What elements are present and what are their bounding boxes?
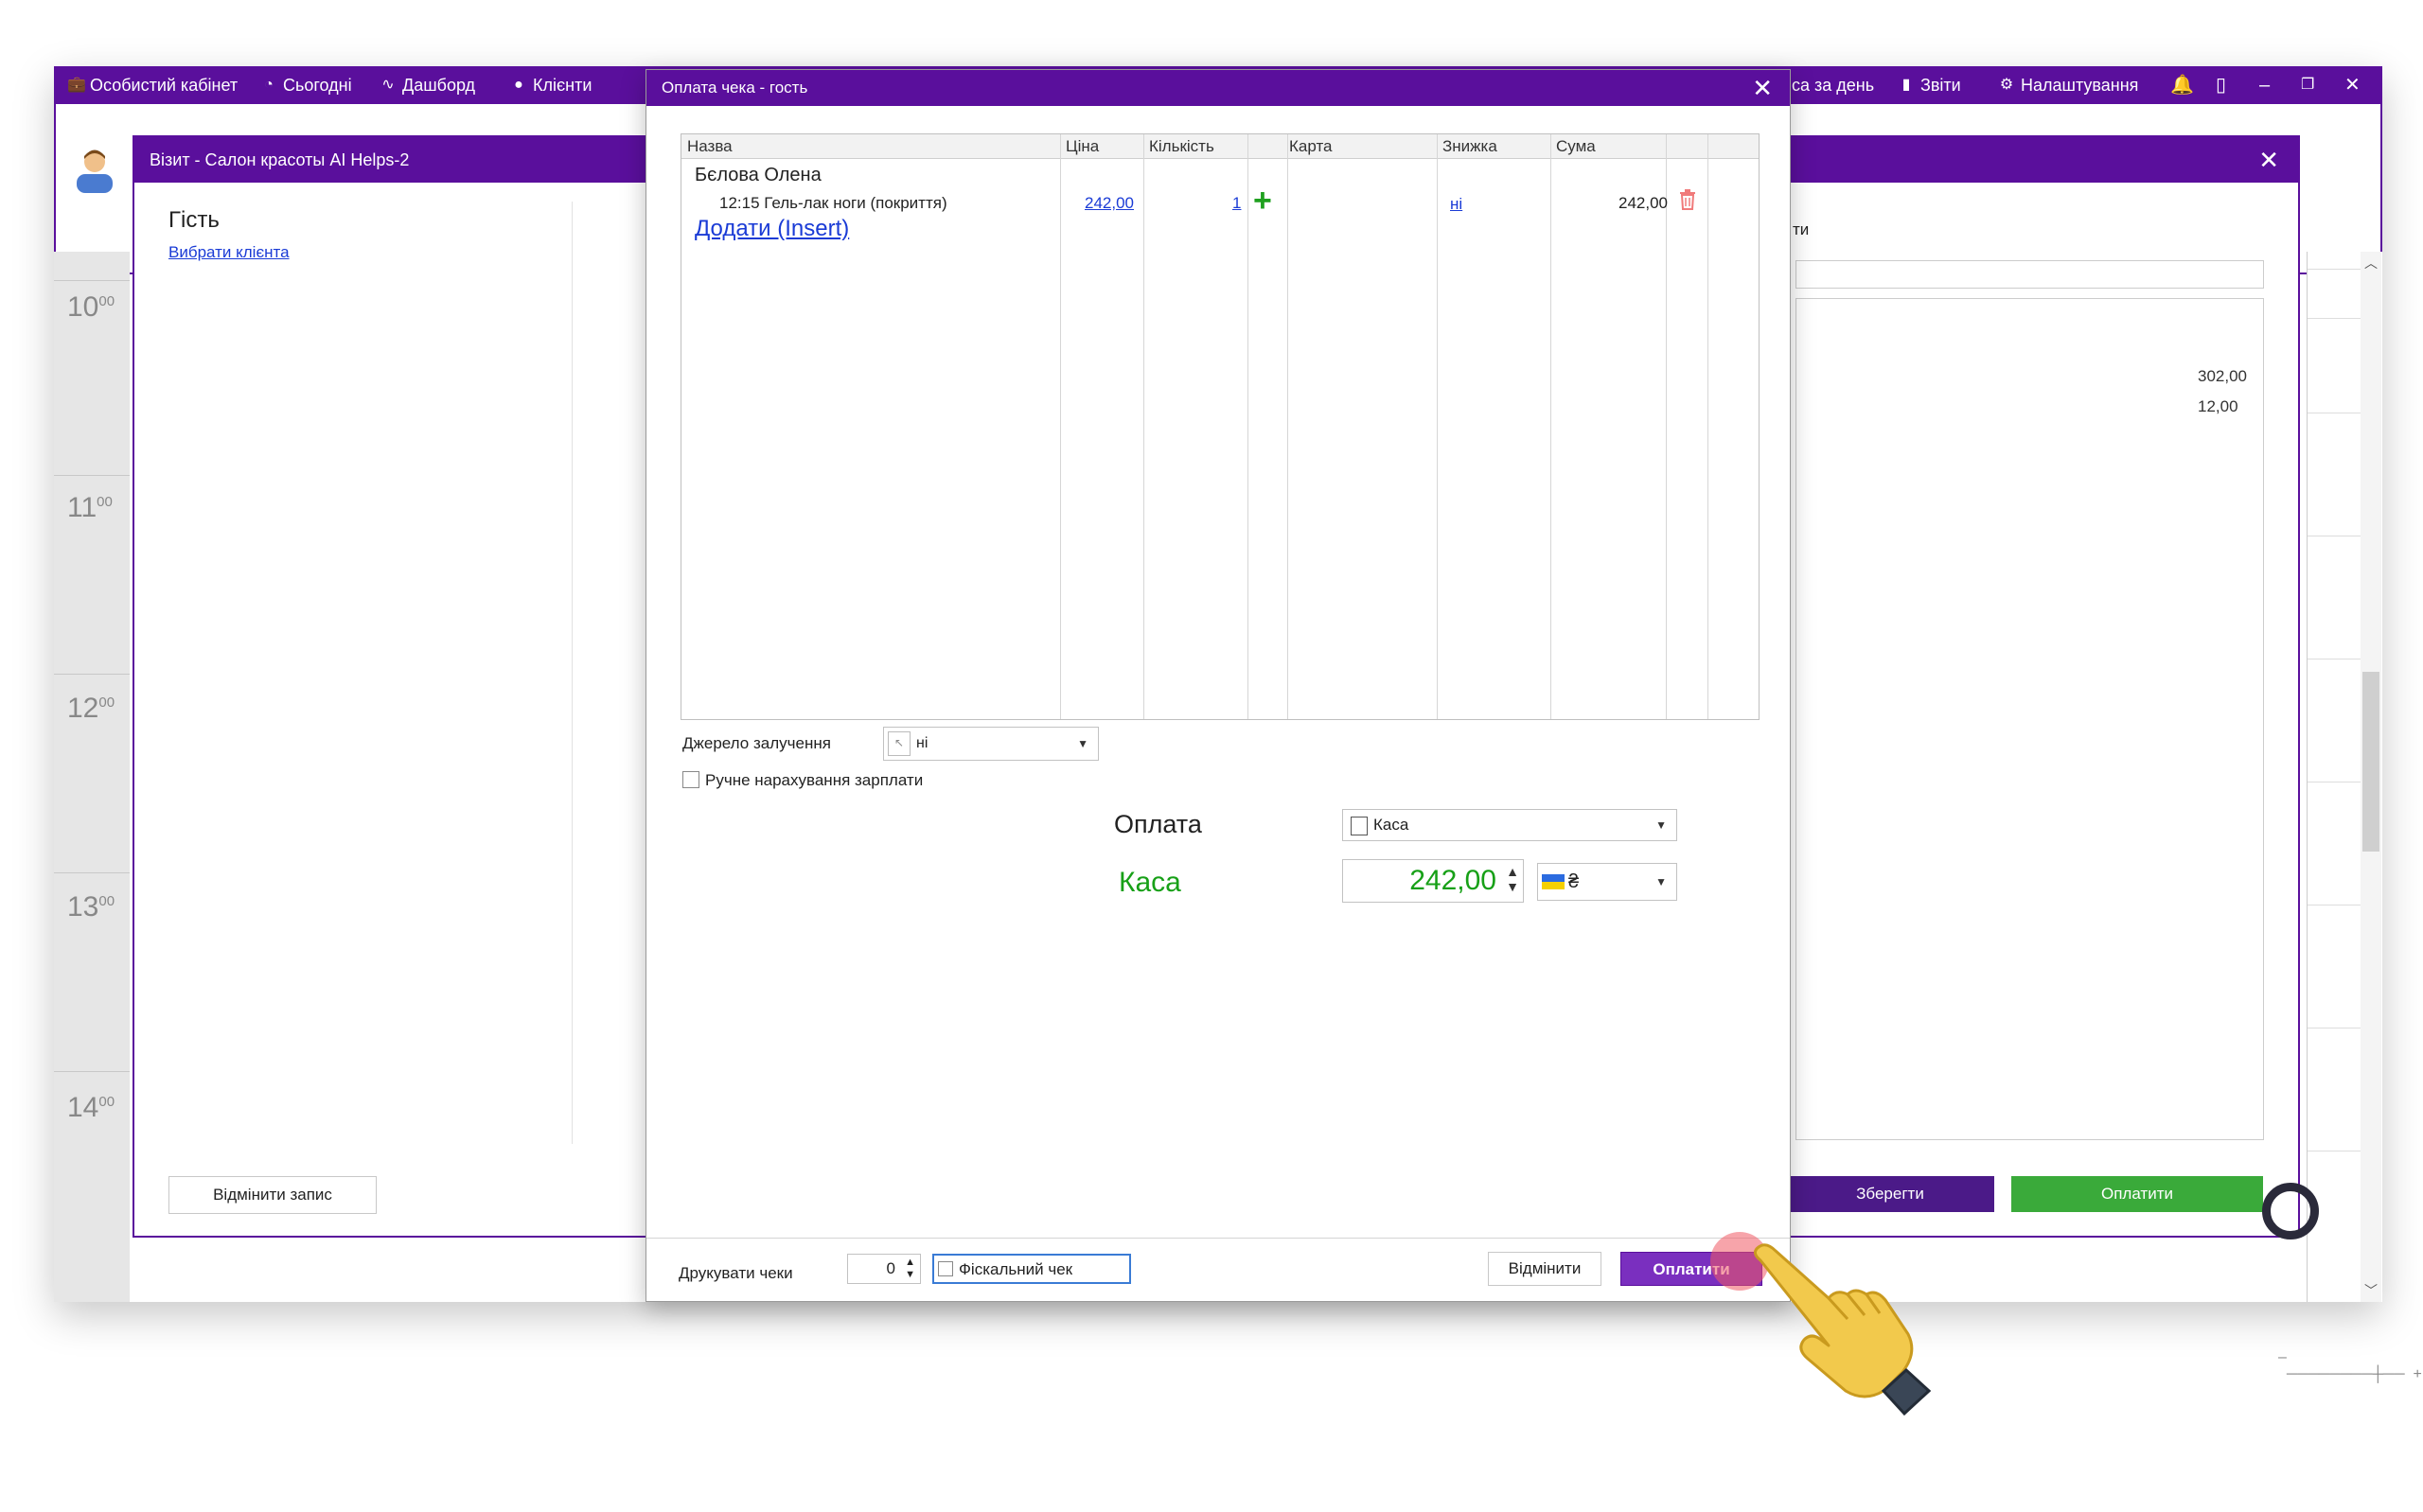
service-discount-link[interactable]: ні bbox=[1450, 195, 1462, 214]
pointing-hand-icon bbox=[1754, 1243, 1931, 1416]
payment-amount: 242,00 bbox=[1409, 865, 1496, 896]
save-button[interactable]: Зберегти bbox=[1786, 1176, 1994, 1212]
cancel-record-button[interactable]: Відмінити запис bbox=[168, 1176, 377, 1214]
client-name: Бєлова Олена bbox=[695, 165, 822, 185]
print-receipts-label: Друкувати чеки bbox=[679, 1264, 793, 1282]
divider bbox=[572, 202, 573, 1144]
divider bbox=[646, 1238, 1790, 1239]
hour-label: 1200 bbox=[67, 693, 115, 724]
add-item-link[interactable]: Додати (Insert) bbox=[695, 216, 849, 242]
manual-salary-checkbox[interactable] bbox=[682, 771, 699, 788]
nav-dashboard[interactable]: ∿ Дашборд bbox=[380, 66, 475, 104]
user-avatar-icon[interactable] bbox=[73, 148, 116, 195]
payment-dialog: Оплата чека - гость ✕ Назва Ціна Кількіс… bbox=[646, 69, 1791, 1302]
window-close-icon[interactable]: ✕ bbox=[2344, 66, 2361, 104]
right-panel-input[interactable] bbox=[1795, 260, 2264, 289]
hour-label: 1400 bbox=[67, 1092, 115, 1123]
hour-label: 1100 bbox=[67, 492, 113, 523]
clock-icon: ◔ bbox=[264, 77, 274, 93]
fiscal-receipt-toggle[interactable]: Фіскальний чек bbox=[932, 1254, 1131, 1284]
scroll-up-icon[interactable]: ︿ bbox=[2364, 254, 2378, 273]
guest-label: Гість bbox=[168, 207, 220, 233]
payment-method-dropdown[interactable]: Каса ▼ bbox=[1342, 809, 1677, 841]
hour-label: 1300 bbox=[67, 891, 115, 923]
scrollbar-thumb[interactable] bbox=[2362, 672, 2379, 852]
add-quantity-plus-icon[interactable]: + bbox=[1253, 184, 1272, 218]
service-sum: 242,00 bbox=[1618, 194, 1668, 212]
nav-cabinet[interactable]: 💼 Особистий кабінет bbox=[67, 66, 238, 104]
bell-icon[interactable]: 🔔 bbox=[2170, 66, 2194, 104]
fiscal-receipt-label: Фіскальний чек bbox=[959, 1260, 1073, 1278]
hour-label: 1000 bbox=[67, 291, 115, 323]
trash-icon[interactable] bbox=[1679, 189, 1696, 210]
calculator-icon bbox=[1351, 817, 1368, 835]
column-header-discount: Знижка bbox=[1442, 137, 1497, 155]
nav-cash-day[interactable]: са за день bbox=[1792, 66, 1874, 104]
payment-label: Оплата bbox=[1114, 810, 1202, 838]
clipboard-icon[interactable]: ▯ bbox=[2216, 66, 2226, 104]
time-axis: 1000 1100 1200 1300 1400 bbox=[54, 252, 130, 1302]
source-dropdown[interactable]: ↖ ні ▼ bbox=[883, 727, 1099, 761]
dialog-close-icon[interactable]: ✕ bbox=[1752, 70, 1773, 106]
column-header-price: Ціна bbox=[1066, 137, 1100, 155]
chevron-down-icon: ▼ bbox=[1655, 875, 1667, 888]
right-panel-box bbox=[1795, 298, 2264, 1140]
dialog-title: Оплата чека - гость bbox=[646, 70, 1790, 106]
zoom-slider[interactable]: – ────────┼── + bbox=[2278, 1349, 2423, 1382]
cash-register-label: Каса bbox=[1119, 867, 1181, 898]
payment-amount-input[interactable]: 242,00 ▲ ▼ bbox=[1342, 859, 1524, 903]
amount-stepper-icon[interactable]: ▲ ▼ bbox=[1506, 864, 1519, 894]
column-header-card: Карта bbox=[1289, 137, 1333, 155]
help-widget-icon[interactable] bbox=[2262, 1183, 2319, 1239]
source-label: Джерело залучення bbox=[682, 734, 831, 752]
receipt-table: Назва Ціна Кількість Карта Знижка Сума Б… bbox=[681, 133, 1760, 720]
right-panel-label: ти bbox=[1793, 220, 1810, 238]
chevron-down-icon: ▼ bbox=[1077, 737, 1088, 750]
ukraine-flag-icon bbox=[1542, 874, 1565, 889]
column-header-name: Назва bbox=[687, 137, 733, 155]
scroll-down-icon[interactable]: ﹀ bbox=[2364, 1281, 2378, 1300]
service-name: 12:15 Гель-лак ноги (покриття) bbox=[719, 194, 947, 212]
gear-icon: ⚙ bbox=[1999, 77, 2014, 93]
stepper-arrows-icon[interactable]: ▲ ▼ bbox=[905, 1257, 915, 1281]
nav-clients[interactable]: ● Клієнти bbox=[510, 66, 592, 104]
choose-client-link[interactable]: Вибрати клієнта bbox=[168, 243, 290, 262]
service-price-link[interactable]: 242,00 bbox=[1085, 194, 1134, 213]
fiscal-receipt-checkbox[interactable] bbox=[938, 1261, 953, 1276]
visit-close-icon[interactable]: ✕ bbox=[2258, 137, 2279, 183]
briefcase-icon: 💼 bbox=[67, 77, 86, 93]
source-picker-icon: ↖ bbox=[888, 731, 911, 756]
right-panel-value: 12,00 bbox=[2198, 397, 2238, 415]
right-panel-value: 302,00 bbox=[2198, 367, 2247, 385]
user-circle-icon: ● bbox=[514, 77, 523, 93]
nav-settings[interactable]: ⚙ Налаштування bbox=[1998, 66, 2139, 104]
nav-today[interactable]: ◔ Сьогодні bbox=[260, 66, 351, 104]
currency-dropdown[interactable]: ₴ ▼ bbox=[1537, 863, 1677, 901]
nav-reports[interactable]: ▮ Звіти bbox=[1898, 66, 1961, 104]
receipt-table-header: Назва Ціна Кількість Карта Знижка Сума bbox=[681, 134, 1759, 159]
pulse-icon: ∿ bbox=[381, 77, 395, 93]
restore-icon[interactable]: ❐ bbox=[2301, 66, 2314, 104]
chevron-down-icon: ▼ bbox=[1655, 818, 1667, 832]
print-count-stepper[interactable]: 0 ▲ ▼ bbox=[847, 1254, 921, 1284]
column-header-sum: Сума bbox=[1556, 137, 1596, 155]
service-quantity-link[interactable]: 1 bbox=[1232, 194, 1241, 213]
column-header-quantity: Кількість bbox=[1149, 137, 1214, 155]
bar-chart-icon: ▮ bbox=[1901, 77, 1911, 93]
visit-pay-button[interactable]: Оплатити bbox=[2011, 1176, 2263, 1212]
cancel-button[interactable]: Відмінити bbox=[1488, 1252, 1601, 1286]
manual-salary-label: Ручне нарахування зарплати bbox=[705, 771, 924, 789]
minimize-icon[interactable]: – bbox=[2259, 66, 2270, 104]
